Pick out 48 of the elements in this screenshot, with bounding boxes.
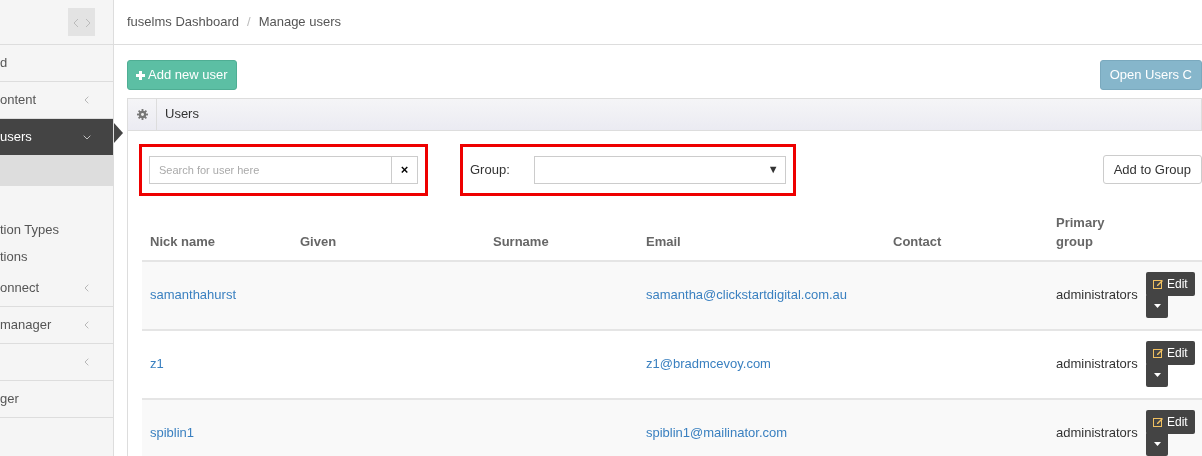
column-header: Contact: [893, 234, 942, 249]
edit-icon: [1153, 279, 1164, 289]
sidebar-item[interactable]: manager: [0, 307, 113, 344]
table-cell: administrators: [1056, 356, 1138, 372]
edit-icon: [1153, 348, 1164, 358]
caret-icon: [1153, 442, 1161, 446]
sidebar-toggle-button[interactable]: [68, 8, 95, 36]
table-cell: administrators: [1056, 287, 1138, 303]
edit-button[interactable]: Edit: [1146, 272, 1195, 296]
sidebar-item[interactable]: ger: [0, 381, 113, 418]
sidebar-item[interactable]: onnect: [0, 270, 113, 307]
user-nick-link[interactable]: samanthahurst: [150, 287, 236, 303]
caret-icon: [1153, 373, 1161, 377]
breadcrumb-link[interactable]: fuselms Dashboard: [127, 12, 239, 32]
email-link[interactable]: z1@bradmcevoy.com: [646, 356, 771, 372]
group-label: Group:: [470, 160, 510, 179]
plus-icon: [136, 71, 145, 80]
column-header: Given: [300, 234, 337, 249]
settings-icon[interactable]: [136, 108, 148, 120]
sidebar-item[interactable]: d: [0, 45, 113, 82]
sidebar-item[interactable]: tion Types: [0, 216, 113, 243]
column-header: Surname: [493, 234, 549, 249]
user-nick-link[interactable]: spiblin1: [150, 425, 195, 441]
sidebar-item[interactable]: users: [0, 119, 113, 156]
dropdown-caret-icon: ▼: [767, 161, 779, 178]
dropdown-toggle-button[interactable]: [1146, 432, 1168, 456]
caret-icon: [1153, 304, 1161, 308]
column-header: Nick name: [150, 234, 216, 249]
email-link[interactable]: spiblin1@mailinator.com: [646, 425, 788, 441]
email-link[interactable]: samantha@clickstartdigital.com.au: [646, 287, 848, 303]
edit-icon: [1153, 417, 1164, 427]
clear-search-button[interactable]: ×: [391, 155, 418, 184]
panel-title: Users: [164, 105, 199, 124]
user-nick-link[interactable]: z1: [150, 356, 164, 372]
column-header: Email: [646, 234, 681, 249]
breadcrumb-current: Manage users: [258, 13, 341, 32]
edit-button[interactable]: Edit: [1146, 410, 1195, 434]
breadcrumb-separator: /: [247, 13, 251, 32]
dropdown-toggle-button[interactable]: [1146, 363, 1168, 387]
search-field[interactable]: Search for user here: [149, 155, 391, 184]
dropdown-toggle-button[interactable]: [1146, 294, 1168, 318]
add-to-group-button[interactable]: Add to Group: [1102, 154, 1202, 185]
sidebar-item[interactable]: tions: [0, 243, 113, 270]
left-right-chevron-icon: [72, 17, 91, 28]
group-select[interactable]: ▼: [533, 155, 786, 184]
edit-button[interactable]: Edit: [1146, 341, 1195, 365]
column-header: Primary group: [1056, 214, 1105, 249]
table-cell: administrators: [1056, 425, 1138, 441]
